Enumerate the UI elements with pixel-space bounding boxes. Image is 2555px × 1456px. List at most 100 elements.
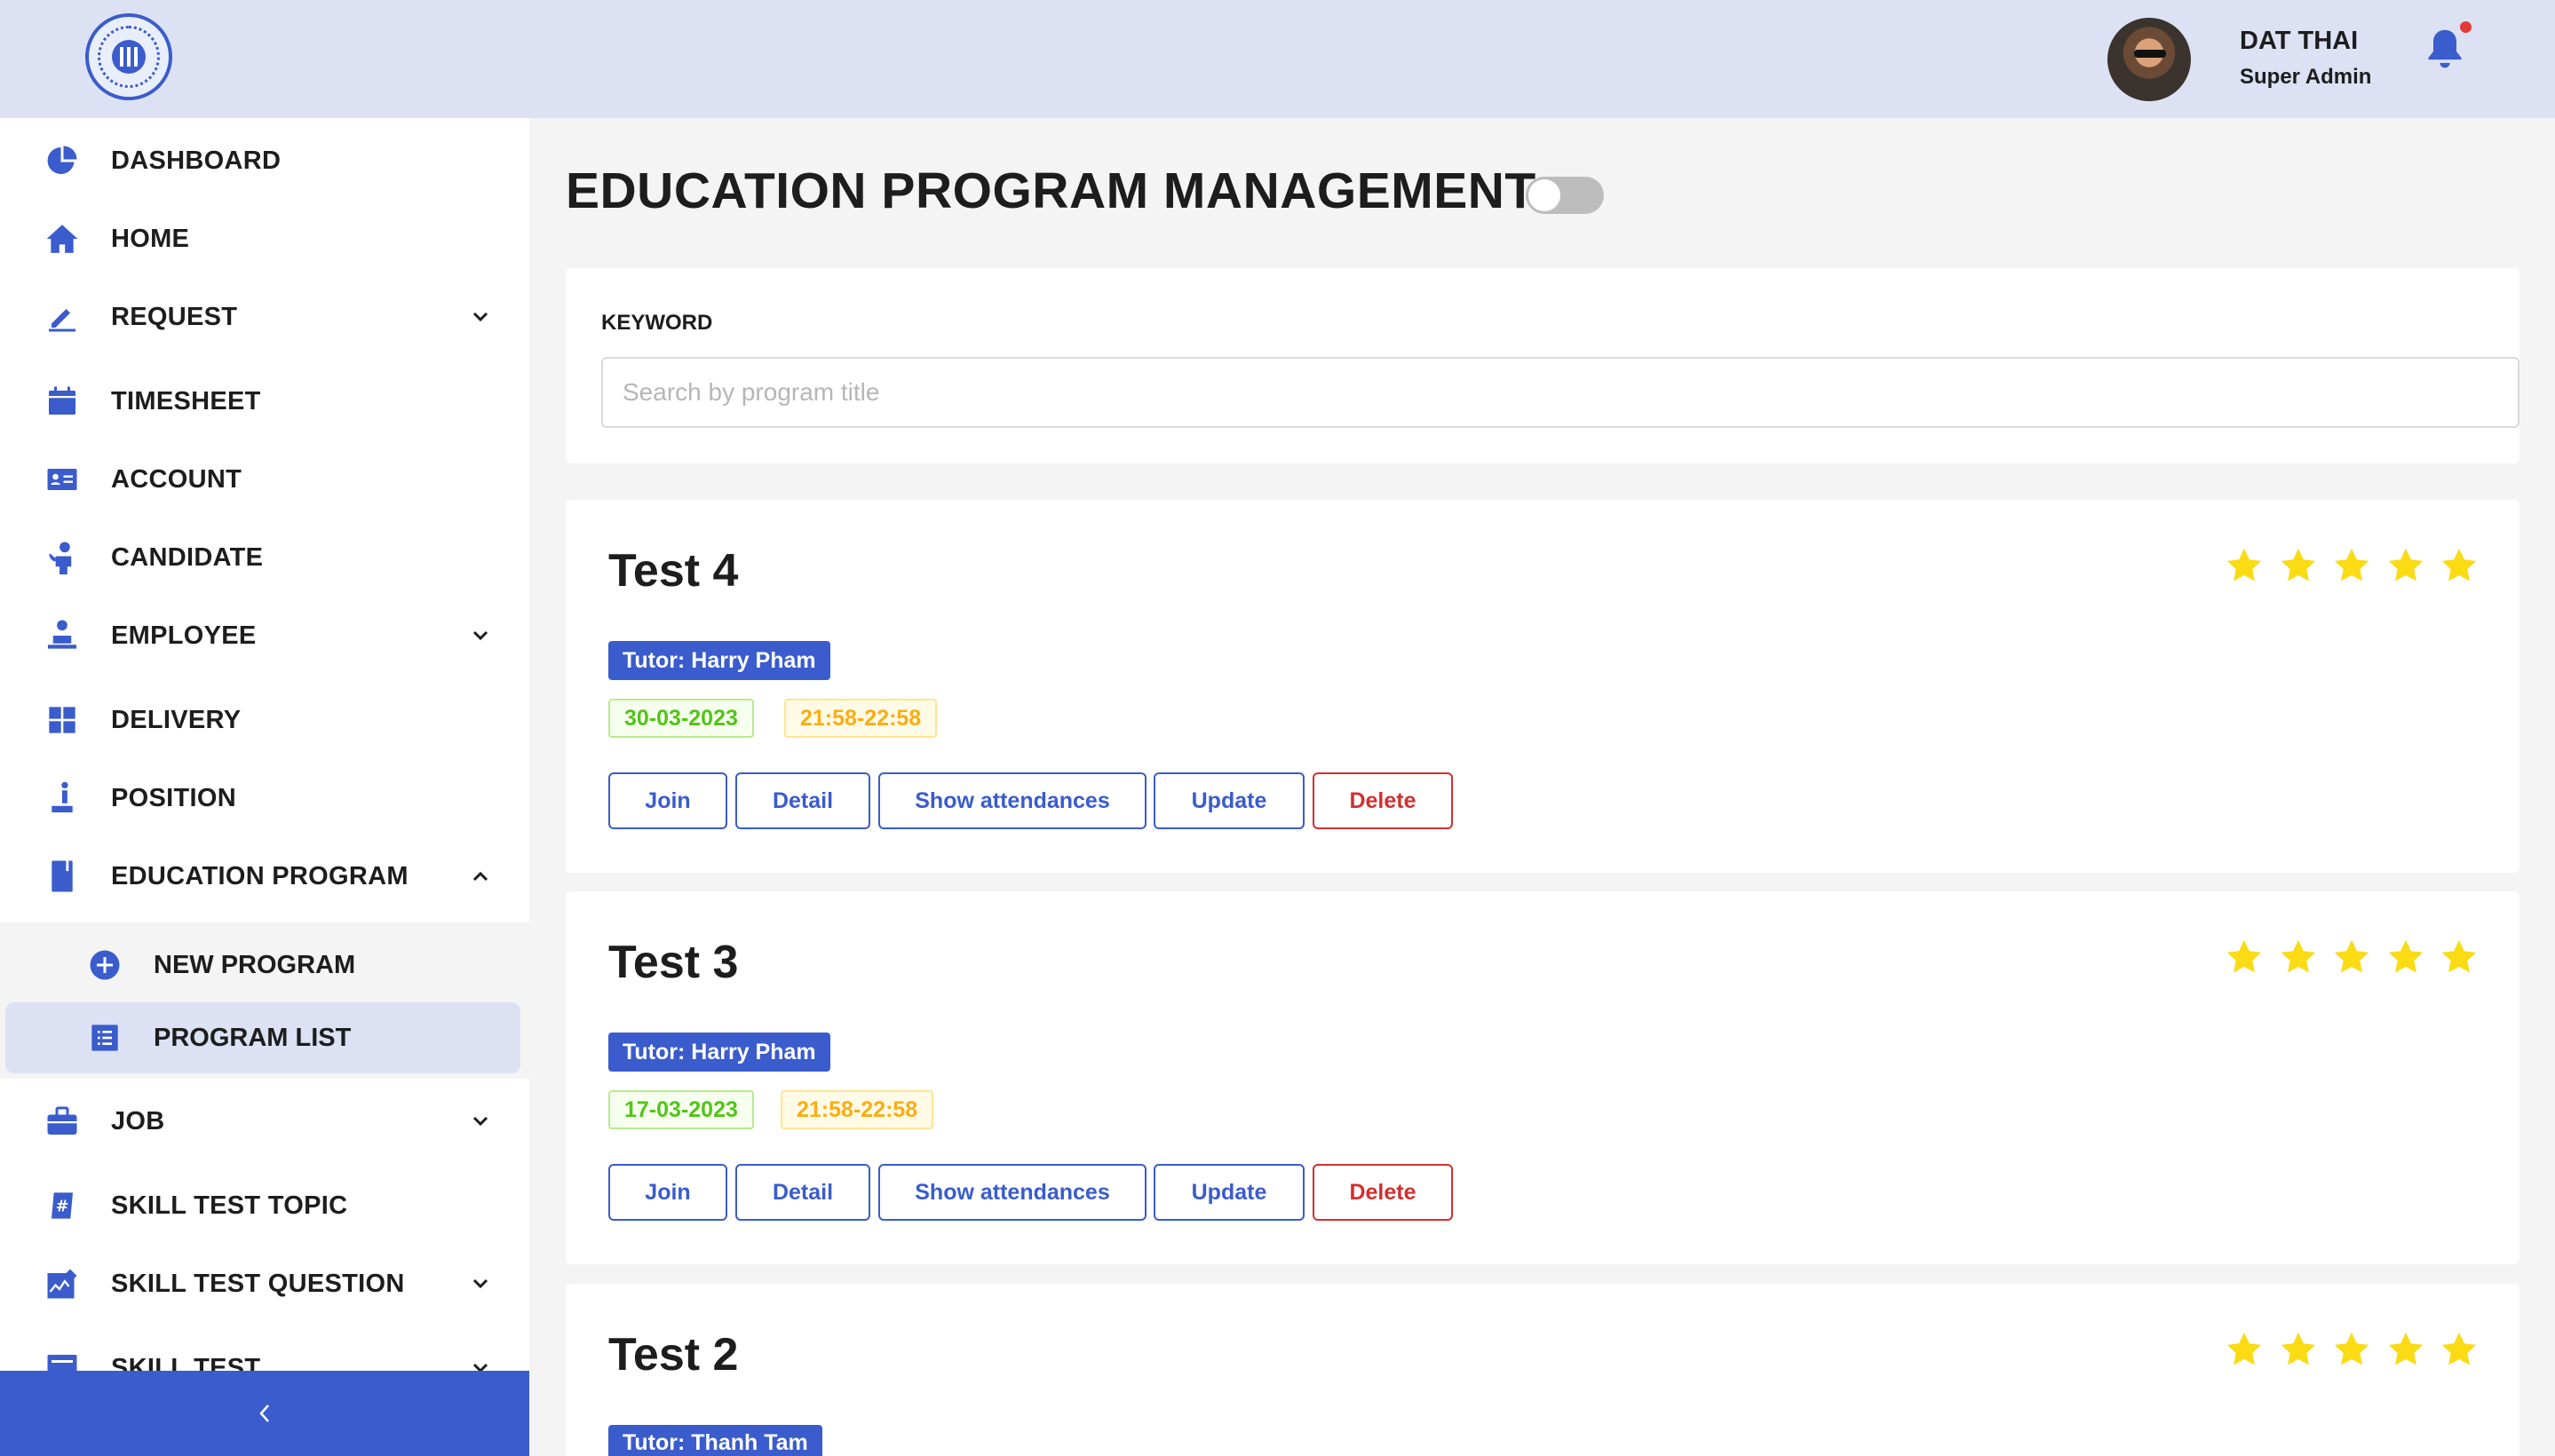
notification-dot <box>2460 21 2472 33</box>
date-tag: 30-03-2023 <box>608 699 754 738</box>
toggle-knob <box>1528 179 1560 211</box>
rating-stars[interactable] <box>2225 1330 2494 1369</box>
search-input[interactable] <box>601 357 2519 428</box>
update-button[interactable]: Update <box>1154 772 1305 829</box>
star-icon[interactable] <box>2279 938 2318 977</box>
star-icon[interactable] <box>2386 1330 2425 1369</box>
detail-button[interactable]: Detail <box>735 772 870 829</box>
sidebar-item-job[interactable]: JOB <box>0 1083 529 1159</box>
sidebar-item-label: EDUCATION PROGRAM <box>111 861 409 890</box>
date-tag: 17-03-2023 <box>608 1090 754 1129</box>
page-title: EDUCATION PROGRAM MANAGEMENT <box>566 162 1536 219</box>
sidebar-item-employee[interactable]: EMPLOYEE <box>0 597 529 674</box>
sidebar-subitem-label: NEW PROGRAM <box>154 950 356 979</box>
chevron-down-icon[interactable] <box>466 1270 495 1298</box>
star-icon[interactable] <box>2440 938 2479 977</box>
detail-button[interactable]: Detail <box>735 1164 870 1221</box>
update-button[interactable]: Update <box>1154 1164 1305 1221</box>
user-name: DAT THAI <box>2240 27 2359 55</box>
sidebar-subitem-program-list[interactable]: PROGRAM LIST <box>5 1002 520 1073</box>
time-tag: 21:58-22:58 <box>781 1090 934 1129</box>
sidebar-subitem-label: PROGRAM LIST <box>154 1023 352 1052</box>
bell-icon[interactable] <box>2424 27 2465 73</box>
pencil-icon <box>44 299 80 335</box>
briefcase-icon <box>44 1104 80 1139</box>
plus-circle-icon <box>87 947 123 983</box>
home-icon <box>44 221 80 257</box>
program-title: Test 4 <box>608 545 739 597</box>
chevron-up-icon[interactable] <box>466 862 495 890</box>
calendar-icon <box>44 384 80 419</box>
search-panel: KEYWORD <box>566 268 2519 463</box>
join-button[interactable]: Join <box>608 1164 727 1221</box>
chevron-down-icon[interactable] <box>466 303 495 331</box>
delete-button[interactable]: Delete <box>1313 1164 1453 1221</box>
id-card-icon <box>44 462 80 497</box>
program-card: Test 2 Tutor: Thanh Tam <box>566 1284 2519 1456</box>
star-icon[interactable] <box>2440 1330 2479 1369</box>
education-program-submenu: NEW PROGRAM PROGRAM LIST <box>0 922 529 1079</box>
sidebar-item-label: HOME <box>111 224 190 253</box>
sidebar-item-dashboard[interactable]: DASHBOARD <box>0 123 529 199</box>
pie-chart-icon <box>44 143 80 178</box>
grid-icon <box>44 702 80 738</box>
logo-mark <box>112 40 146 74</box>
sidebar-item-delivery[interactable]: DELIVERY <box>0 682 529 758</box>
sidebar: DASHBOARD HOME REQUEST TIMESHEET ACCOUNT… <box>0 118 529 1456</box>
sidebar-collapse-button[interactable] <box>0 1371 529 1456</box>
star-icon[interactable] <box>2332 546 2371 585</box>
user-role: Super Admin <box>2240 65 2372 89</box>
keyword-label: KEYWORD <box>601 311 713 335</box>
top-header: DAT THAI Super Admin <box>0 0 2555 118</box>
view-toggle[interactable] <box>1526 177 1604 214</box>
sidebar-item-skill-test-question[interactable]: SKILL TEST QUESTION <box>0 1246 529 1322</box>
show-attendances-button[interactable]: Show attendances <box>878 772 1147 829</box>
time-tag: 21:58-22:58 <box>784 699 938 738</box>
program-card: Test 3 Tutor: Harry Pham 17-03-2023 21:5… <box>566 891 2519 1264</box>
employee-icon <box>44 618 80 653</box>
sidebar-subitem-new-program[interactable]: NEW PROGRAM <box>0 930 529 1001</box>
sidebar-item-position[interactable]: POSITION <box>0 760 529 836</box>
star-icon[interactable] <box>2386 938 2425 977</box>
join-button[interactable]: Join <box>608 772 727 829</box>
chevron-down-icon[interactable] <box>466 1107 495 1136</box>
sidebar-item-label: ACCOUNT <box>111 464 242 494</box>
chevron-down-icon[interactable] <box>466 621 495 650</box>
sidebar-item-account[interactable]: ACCOUNT <box>0 441 529 518</box>
book-icon <box>44 859 80 894</box>
sidebar-item-home[interactable]: HOME <box>0 201 529 277</box>
program-title: Test 3 <box>608 937 739 988</box>
star-icon[interactable] <box>2279 546 2318 585</box>
tutor-badge: Tutor: Thanh Tam <box>608 1425 822 1456</box>
sidebar-item-candidate[interactable]: CANDIDATE <box>0 519 529 596</box>
star-icon[interactable] <box>2225 1330 2264 1369</box>
program-card: Test 4 Tutor: Harry Pham 30-03-2023 21:5… <box>566 500 2519 873</box>
program-title: Test 2 <box>608 1329 739 1381</box>
sidebar-item-label: EMPLOYEE <box>111 621 257 650</box>
chart-icon <box>44 1266 80 1302</box>
star-icon[interactable] <box>2225 546 2264 585</box>
candidate-icon <box>44 540 80 575</box>
star-icon[interactable] <box>2225 938 2264 977</box>
delete-button[interactable]: Delete <box>1313 772 1453 829</box>
company-logo[interactable] <box>85 13 172 100</box>
sidebar-item-label: DASHBOARD <box>111 146 282 175</box>
star-icon[interactable] <box>2440 546 2479 585</box>
sidebar-item-label: SKILL TEST TOPIC <box>111 1191 348 1220</box>
rating-stars[interactable] <box>2225 938 2494 977</box>
star-icon[interactable] <box>2279 1330 2318 1369</box>
star-icon[interactable] <box>2332 1330 2371 1369</box>
rating-stars[interactable] <box>2225 546 2494 585</box>
star-icon[interactable] <box>2386 546 2425 585</box>
sidebar-item-timesheet[interactable]: TIMESHEET <box>0 363 529 439</box>
avatar[interactable] <box>2107 18 2191 101</box>
sidebar-item-request[interactable]: REQUEST <box>0 279 529 355</box>
sidebar-item-skill-test-topic[interactable]: # SKILL TEST TOPIC <box>0 1167 529 1244</box>
tutor-badge: Tutor: Harry Pham <box>608 641 830 680</box>
show-attendances-button[interactable]: Show attendances <box>878 1164 1147 1221</box>
sidebar-item-label: REQUEST <box>111 302 238 331</box>
sidebar-item-label: TIMESHEET <box>111 386 261 415</box>
sidebar-item-education-program[interactable]: EDUCATION PROGRAM <box>0 838 529 914</box>
position-icon <box>44 780 80 816</box>
star-icon[interactable] <box>2332 938 2371 977</box>
